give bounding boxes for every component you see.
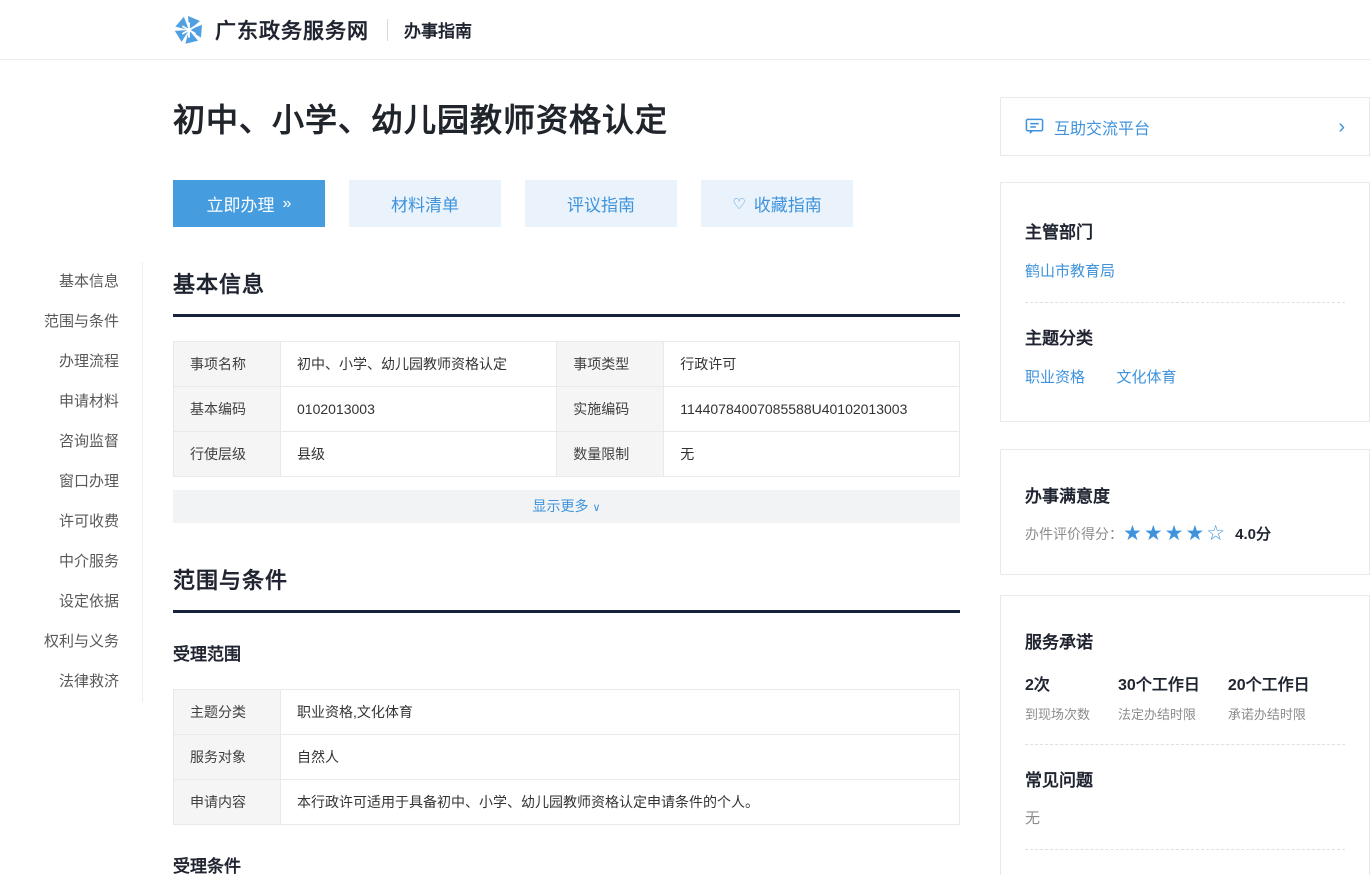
stat-label: 法定办结时限 bbox=[1118, 704, 1200, 723]
cell-label: 服务对象 bbox=[174, 735, 281, 780]
faq-value: 无 bbox=[1025, 807, 1345, 828]
page: 广东政务服务网 办事指南 基本信息 范围与条件 办理流程 申请材料 咨询监督 窗… bbox=[0, 0, 1370, 875]
cell-label: 事项类型 bbox=[557, 342, 664, 387]
table-row: 申请内容 本行政许可适用于具备初中、小学、幼儿园教师资格认定申请条件的个人。 bbox=[174, 780, 960, 825]
show-more-button[interactable]: 显示更多 ∨ bbox=[173, 490, 960, 523]
sidebar-item-application-materials[interactable]: 申请材料 bbox=[0, 382, 142, 422]
chat-icon bbox=[1025, 117, 1044, 136]
dashed-divider bbox=[1025, 849, 1345, 850]
cell-value: 职业资格,文化体育 bbox=[281, 690, 960, 735]
table-row: 事项名称 初中、小学、幼儿园教师资格认定 事项类型 行政许可 bbox=[174, 342, 960, 387]
topic-link-vocational[interactable]: 职业资格 bbox=[1025, 366, 1085, 387]
site-logo-icon bbox=[173, 14, 205, 46]
favorite-guide-label: 收藏指南 bbox=[754, 191, 822, 216]
cell-label: 事项名称 bbox=[174, 342, 281, 387]
faq-heading: 常见问题 bbox=[1025, 766, 1345, 791]
topics-heading: 主题分类 bbox=[1025, 324, 1345, 349]
topic-link-culture-sports[interactable]: 文化体育 bbox=[1116, 366, 1176, 387]
cell-value: 初中、小学、幼儿园教师资格认定 bbox=[281, 342, 557, 387]
header-divider bbox=[387, 19, 388, 41]
cell-value: 本行政许可适用于具备初中、小学、幼儿园教师资格认定申请条件的个人。 bbox=[281, 780, 960, 825]
contact-heading: 咨询方式 bbox=[1025, 871, 1345, 875]
cell-label: 申请内容 bbox=[174, 780, 281, 825]
chevron-right-icon: › bbox=[1338, 117, 1345, 137]
stat-label: 承诺办结时限 bbox=[1228, 704, 1310, 723]
cell-label: 数量限制 bbox=[557, 432, 664, 477]
top-header: 广东政务服务网 办事指南 bbox=[0, 0, 1370, 60]
basic-info-table: 事项名称 初中、小学、幼儿园教师资格认定 事项类型 行政许可 基本编码 0102… bbox=[173, 341, 960, 477]
department-heading: 主管部门 bbox=[1025, 218, 1345, 243]
cell-label: 行使层级 bbox=[174, 432, 281, 477]
favorite-guide-button[interactable]: ♡ 收藏指南 bbox=[701, 180, 853, 227]
scope-table: 主题分类 职业资格,文化体育 服务对象 自然人 申请内容 本行政许可适用于具备初… bbox=[173, 689, 960, 825]
table-row: 主题分类 职业资格,文化体育 bbox=[174, 690, 960, 735]
sidebar-item-consult-supervision[interactable]: 咨询监督 bbox=[0, 422, 142, 462]
apply-now-button[interactable]: 立即办理 » bbox=[173, 180, 325, 227]
sidebar-item-legal-remedy[interactable]: 法律救济 bbox=[0, 662, 142, 702]
sidebar-item-basic-info[interactable]: 基本信息 bbox=[0, 262, 142, 302]
page-title: 初中、小学、幼儿园教师资格认定 bbox=[173, 97, 960, 143]
sidebar-item-intermediary-services[interactable]: 中介服务 bbox=[0, 542, 142, 582]
sidebar-item-legal-basis[interactable]: 设定依据 bbox=[0, 582, 142, 622]
mutual-exchange-platform-card[interactable]: 互助交流平台 › bbox=[1000, 97, 1370, 156]
dashed-divider bbox=[1025, 302, 1345, 303]
stat-value: 2次 bbox=[1025, 671, 1090, 695]
header-subtitle: 办事指南 bbox=[404, 17, 472, 42]
service-commitment-card: 服务承诺 2次 到现场次数 30个工作日 法定办结时限 20个工作日 承诺办结时… bbox=[1000, 595, 1370, 875]
table-row: 基本编码 0102013003 实施编码 11440784007085588U4… bbox=[174, 387, 960, 432]
action-button-row: 立即办理 » 材料清单 评议指南 ♡ 收藏指南 bbox=[173, 180, 960, 227]
show-more-label: 显示更多 bbox=[532, 498, 588, 514]
cell-value: 11440784007085588U40102013003 bbox=[664, 387, 960, 432]
table-row: 行使层级 县级 数量限制 无 bbox=[174, 432, 960, 477]
heart-icon: ♡ bbox=[732, 195, 745, 213]
cell-value: 0102013003 bbox=[281, 387, 557, 432]
dashed-divider bbox=[1025, 744, 1345, 745]
double-arrow-icon: » bbox=[283, 195, 292, 213]
stat-site-visits: 2次 到现场次数 bbox=[1025, 671, 1090, 723]
section-anchor-nav: 基本信息 范围与条件 办理流程 申请材料 咨询监督 窗口办理 许可收费 中介服务… bbox=[0, 262, 143, 702]
scope-conditions-heading: 范围与条件 bbox=[173, 563, 960, 613]
materials-list-button[interactable]: 材料清单 bbox=[349, 180, 501, 227]
stat-promised-deadline: 20个工作日 承诺办结时限 bbox=[1228, 671, 1310, 723]
cell-label: 基本编码 bbox=[174, 387, 281, 432]
department-topics-card: 主管部门 鹤山市教育局 主题分类 职业资格 文化体育 bbox=[1000, 182, 1370, 422]
stat-label: 到现场次数 bbox=[1025, 704, 1090, 723]
platform-label: 互助交流平台 bbox=[1054, 115, 1338, 139]
satisfaction-card: 办事满意度 办件评价得分： ★★★★☆ 4.0分 bbox=[1000, 449, 1370, 575]
sidebar-item-license-fees[interactable]: 许可收费 bbox=[0, 502, 142, 542]
sidebar-item-window-handling[interactable]: 窗口办理 bbox=[0, 462, 142, 502]
acceptance-scope-subheading: 受理范围 bbox=[173, 640, 960, 665]
cell-value: 县级 bbox=[281, 432, 557, 477]
stat-value: 30个工作日 bbox=[1118, 671, 1200, 695]
main-content: 初中、小学、幼儿园教师资格认定 立即办理 » 材料清单 评议指南 ♡ 收藏指南 … bbox=[173, 97, 960, 875]
cell-value: 自然人 bbox=[281, 735, 960, 780]
satisfaction-heading: 办事满意度 bbox=[1025, 482, 1345, 507]
sidebar-item-scope-conditions[interactable]: 范围与条件 bbox=[0, 302, 142, 342]
star-rating-icons: ★★★★☆ bbox=[1123, 523, 1227, 544]
cell-label: 实施编码 bbox=[557, 387, 664, 432]
cell-label: 主题分类 bbox=[174, 690, 281, 735]
stat-value: 20个工作日 bbox=[1228, 671, 1310, 695]
sidebar-item-process[interactable]: 办理流程 bbox=[0, 342, 142, 382]
basic-info-heading: 基本信息 bbox=[173, 267, 960, 317]
rating-label: 办件评价得分： bbox=[1025, 524, 1123, 544]
materials-list-label: 材料清单 bbox=[391, 191, 459, 216]
site-title: 广东政务服务网 bbox=[215, 15, 369, 45]
chevron-down-icon: ∨ bbox=[592, 502, 600, 514]
review-guide-label: 评议指南 bbox=[567, 191, 635, 216]
stat-legal-deadline: 30个工作日 法定办结时限 bbox=[1118, 671, 1200, 723]
department-link[interactable]: 鹤山市教育局 bbox=[1025, 260, 1115, 281]
acceptance-conditions-subheading: 受理条件 bbox=[173, 852, 960, 875]
cell-value: 无 bbox=[664, 432, 960, 477]
review-guide-button[interactable]: 评议指南 bbox=[525, 180, 677, 227]
commitment-heading: 服务承诺 bbox=[1025, 628, 1345, 653]
sidebar-item-rights-obligations[interactable]: 权利与义务 bbox=[0, 622, 142, 662]
cell-value: 行政许可 bbox=[664, 342, 960, 387]
right-sidebar: 互助交流平台 › 主管部门 鹤山市教育局 主题分类 职业资格 文化体育 办事满意… bbox=[1000, 97, 1370, 875]
apply-now-label: 立即办理 bbox=[207, 191, 275, 216]
rating-score: 4.0分 bbox=[1235, 523, 1271, 544]
table-row: 服务对象 自然人 bbox=[174, 735, 960, 780]
